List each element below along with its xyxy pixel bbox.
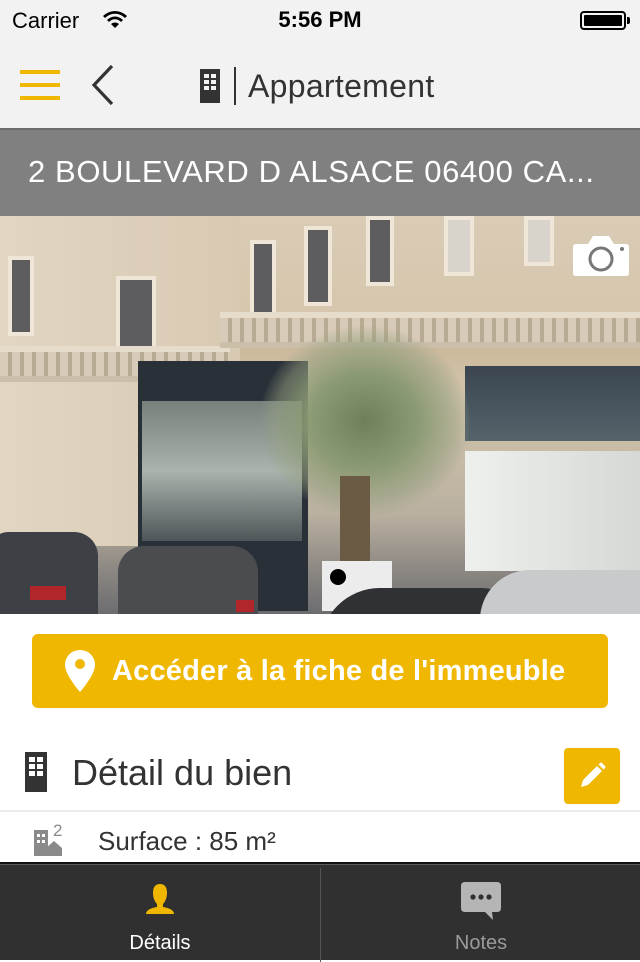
photo-car <box>480 570 640 614</box>
photo-window <box>524 216 554 266</box>
photo-taillight <box>236 600 254 612</box>
surface-label: Surface : 85 m² <box>98 826 276 856</box>
page-title: Appartement <box>200 64 435 108</box>
battery-full-icon <box>580 11 626 30</box>
building-sheet-button[interactable]: Accéder à la fiche de l'immeuble <box>32 634 608 708</box>
map-pin-icon <box>65 650 95 692</box>
photo-window <box>366 216 394 286</box>
tab-details-label: Détails <box>129 932 191 954</box>
tab-details[interactable]: Détails <box>0 864 320 962</box>
building-icon <box>25 752 47 792</box>
photo-car <box>0 532 98 614</box>
person-icon <box>146 884 174 914</box>
title-label: Appartement <box>248 67 435 104</box>
hamburger-menu-icon[interactable] <box>18 68 62 102</box>
property-photo[interactable] <box>0 216 640 614</box>
photo-window <box>250 240 276 320</box>
photo-window <box>116 276 156 352</box>
photo-blind <box>465 451 640 571</box>
detail-section-header: Détail du bien <box>0 742 640 810</box>
photo-balcony <box>220 312 640 348</box>
svg-text:2: 2 <box>53 821 62 840</box>
photo-window <box>444 216 474 276</box>
building-sheet-label: Accéder à la fiche de l'immeuble <box>112 654 566 687</box>
photo-taillight <box>30 586 66 600</box>
status-bar: Carrier 5:56 PM <box>0 0 640 40</box>
photo-awning <box>465 366 640 441</box>
tab-notes[interactable]: Notes <box>321 864 640 962</box>
chevron-left-icon[interactable] <box>86 62 120 108</box>
photo-window <box>8 256 34 336</box>
camera-icon[interactable] <box>572 234 630 277</box>
surface-area-icon: 2 <box>34 821 62 856</box>
edit-button[interactable] <box>564 748 620 804</box>
address-banner: 2 BOULEVARD D ALSACE 06400 CA... <box>0 128 640 216</box>
section-divider <box>0 810 640 812</box>
title-separator <box>234 67 236 105</box>
navigation-bar: Appartement <box>0 40 640 128</box>
detail-row-surface: 2 Surface : 85 m² <box>0 814 640 862</box>
tab-notes-label: Notes <box>454 932 508 954</box>
page-indicator-dot[interactable] <box>330 569 346 585</box>
photo-window <box>304 226 332 306</box>
tab-bar: Détails Notes <box>0 862 640 962</box>
battery-tip <box>627 17 630 24</box>
section-title: Détail du bien <box>72 752 293 793</box>
clock: 5:56 PM <box>278 7 362 32</box>
chat-bubble-icon <box>461 882 501 920</box>
pencil-icon <box>581 762 606 787</box>
building-icon <box>200 69 220 103</box>
